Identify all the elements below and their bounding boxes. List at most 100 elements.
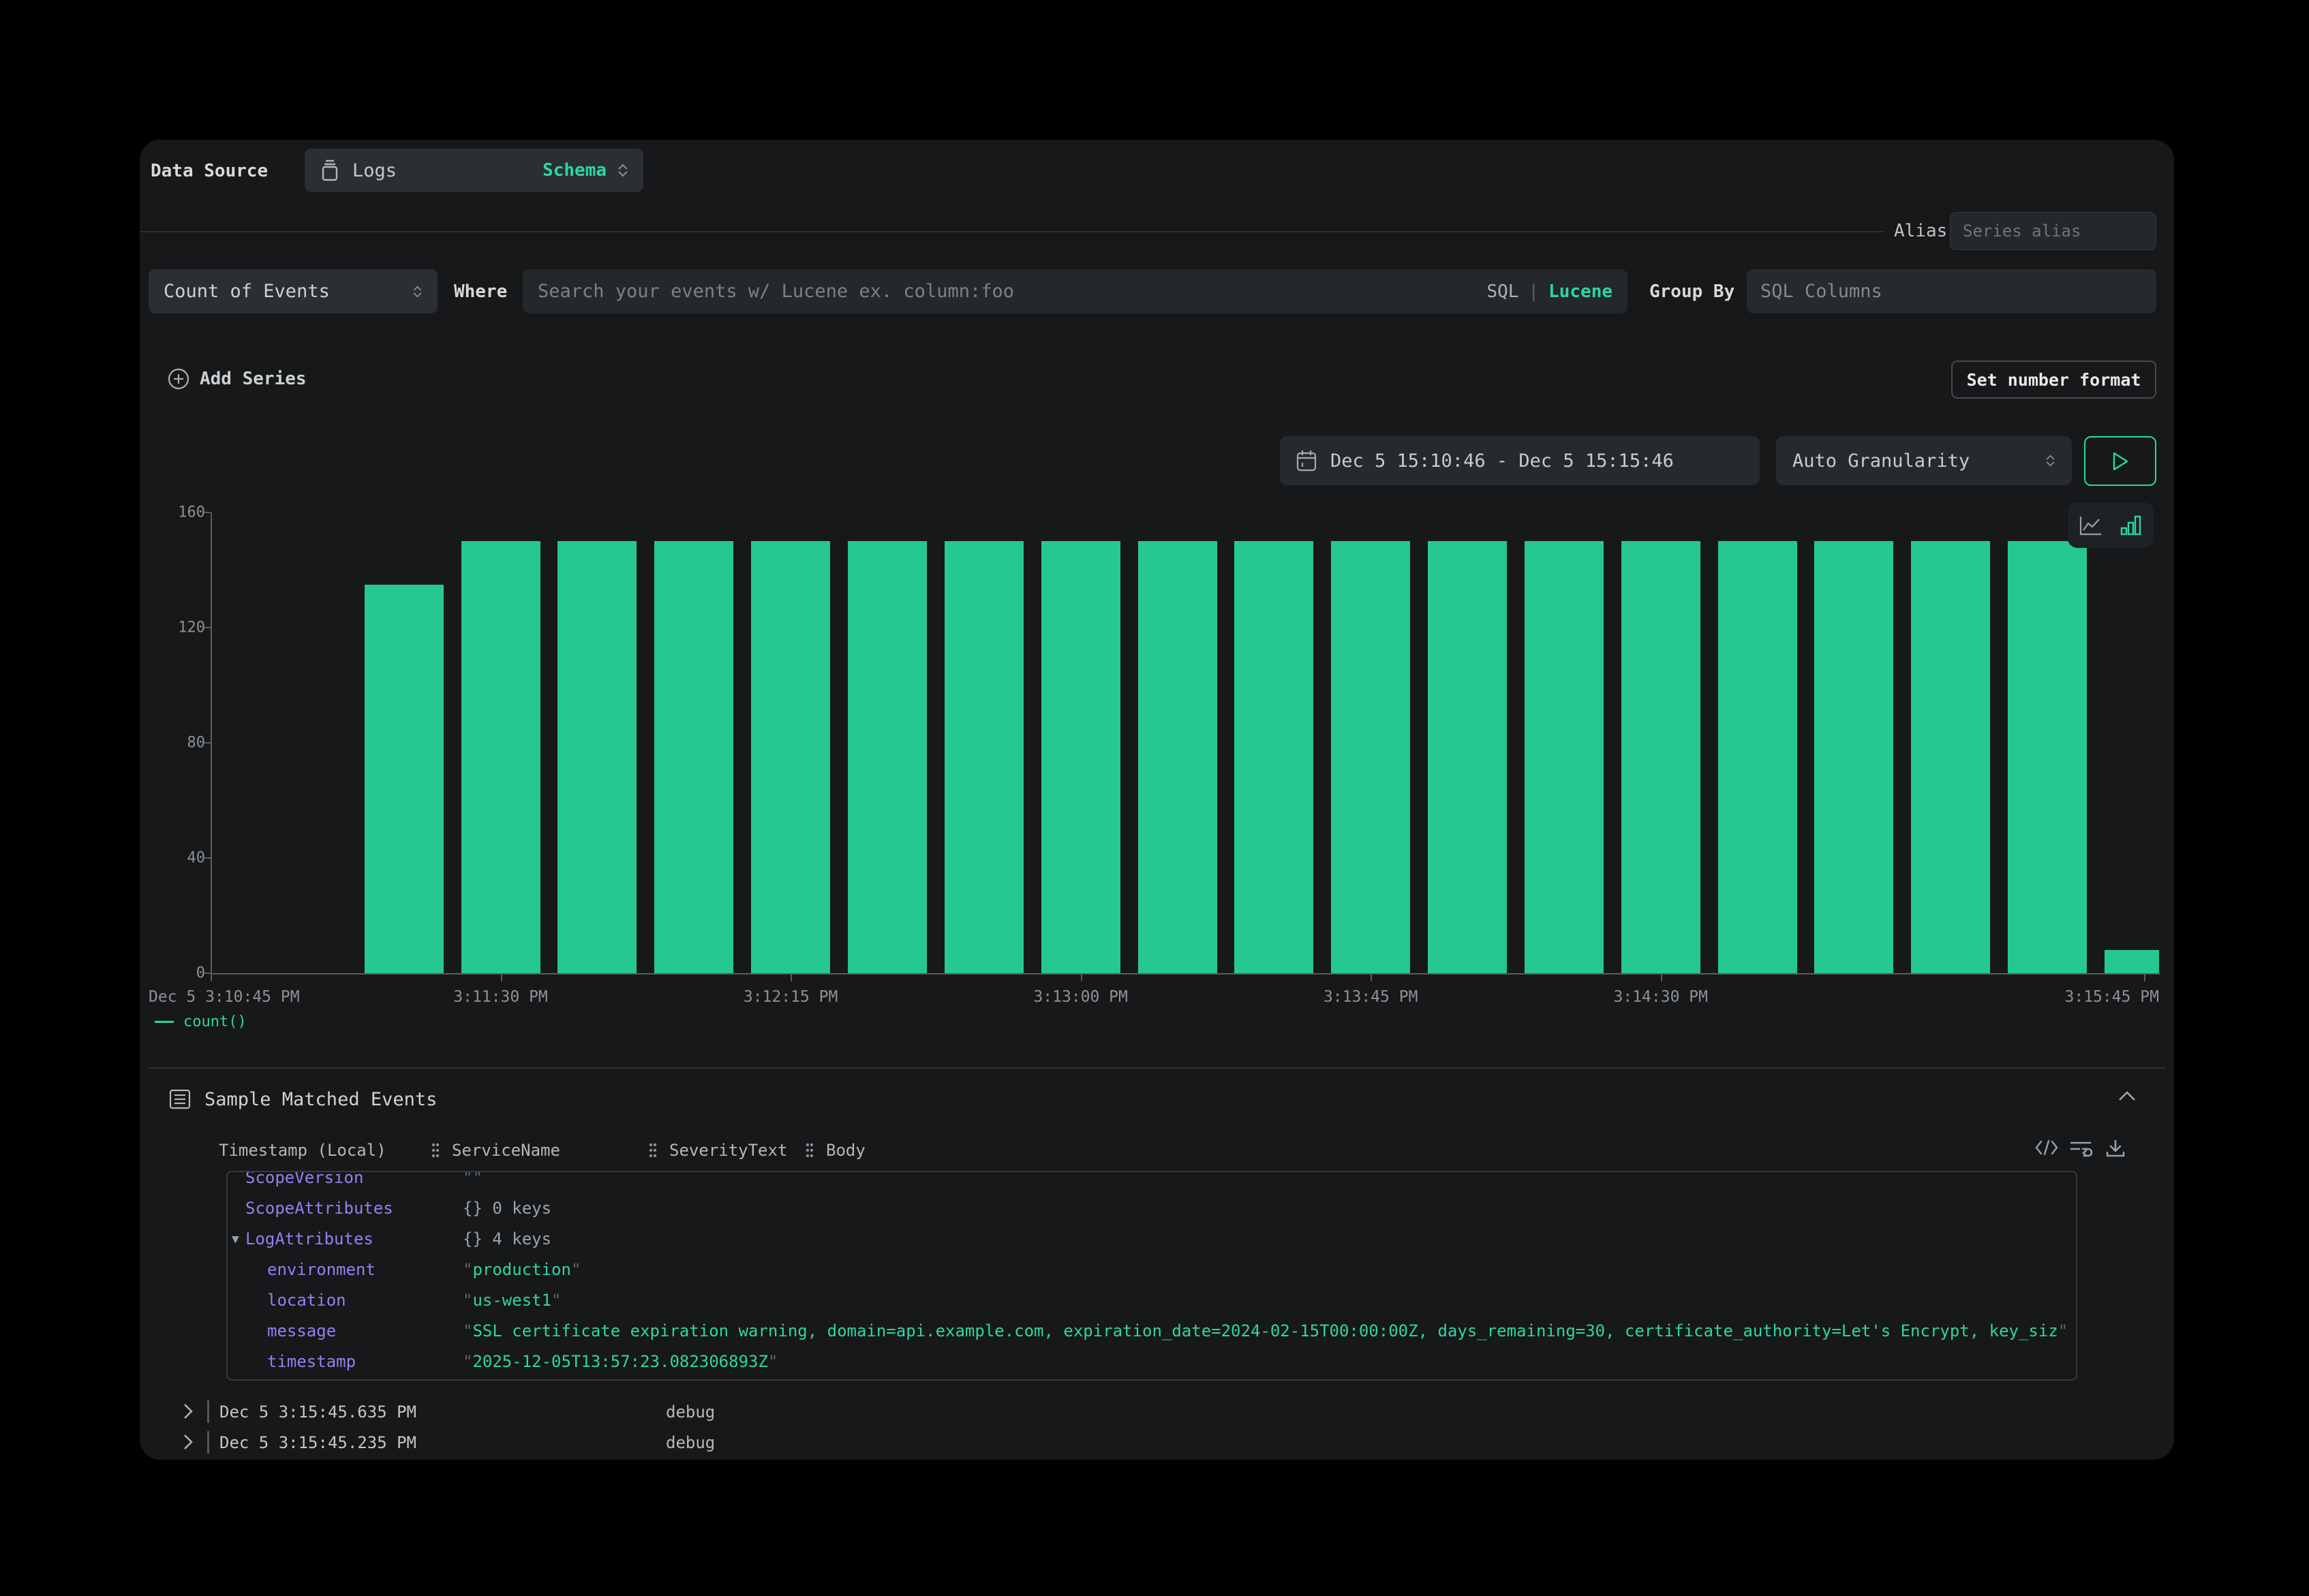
chevron-right-icon[interactable] bbox=[183, 1402, 194, 1420]
chart-bar bbox=[2105, 950, 2159, 973]
y-tick-label: 120 bbox=[157, 619, 205, 636]
attribute-value: {} 0 keys bbox=[463, 1193, 551, 1224]
bar-chart-icon[interactable] bbox=[2120, 515, 2142, 536]
event-severity: debug bbox=[666, 1433, 715, 1452]
x-tick-label: Dec 5 3:10:45 PM bbox=[149, 988, 300, 1006]
x-tick-label: 3:12:15 PM bbox=[744, 988, 838, 1006]
x-tick bbox=[1081, 975, 1082, 981]
y-tick-label: 0 bbox=[157, 965, 205, 982]
chart-bar bbox=[1525, 541, 1604, 973]
event-timestamp: Dec 5 3:15:45.235 PM bbox=[219, 1433, 416, 1452]
attribute-key[interactable]: message bbox=[267, 1316, 336, 1347]
events-section-title: Sample Matched Events bbox=[204, 1089, 437, 1110]
x-tick bbox=[2144, 975, 2145, 981]
x-tick-label: 3:14:30 PM bbox=[1614, 988, 1708, 1006]
column-header-timestamp[interactable]: Timestamp (Local) bbox=[219, 1141, 386, 1160]
severity-indicator bbox=[207, 1431, 209, 1454]
app-screen: Data Source Logs Schema Alias Series ali… bbox=[0, 0, 2309, 1596]
chart-bar bbox=[848, 541, 927, 973]
y-tick bbox=[204, 512, 211, 513]
event-severity: debug bbox=[666, 1402, 715, 1422]
event-timestamp: Dec 5 3:15:45.635 PM bbox=[219, 1402, 416, 1422]
column-header-body-wrap[interactable]: Body bbox=[806, 1141, 866, 1160]
x-tick bbox=[1371, 975, 1372, 981]
query-builder-panel: Data Source Logs Schema Alias Series ali… bbox=[140, 140, 2174, 1460]
x-tick-label: 3:13:45 PM bbox=[1324, 988, 1418, 1006]
chart-plot bbox=[140, 140, 2159, 975]
collapse-chevron-up-icon[interactable] bbox=[2118, 1091, 2136, 1101]
attribute-key[interactable]: LogAttributes bbox=[245, 1224, 373, 1255]
legend-swatch bbox=[155, 1021, 174, 1023]
download-icon[interactable] bbox=[2105, 1139, 2126, 1158]
attribute-row: ScopeVersion "" bbox=[228, 1171, 2076, 1193]
attribute-value: "2025-12-05T13:57:23.082306893Z" bbox=[463, 1347, 778, 1377]
y-tick-label: 160 bbox=[157, 504, 205, 521]
legend-series-label: count() bbox=[183, 1013, 247, 1030]
line-chart-icon[interactable] bbox=[2079, 515, 2102, 536]
column-header-servicename-wrap[interactable]: ServiceName bbox=[431, 1141, 560, 1160]
chart-bar bbox=[751, 541, 830, 973]
severity-indicator bbox=[207, 1400, 209, 1423]
chart-bar bbox=[1428, 541, 1507, 973]
attribute-row: message "SSL certificate expiration warn… bbox=[228, 1316, 2076, 1347]
attribute-value: {} 4 keys bbox=[463, 1224, 551, 1255]
divider bbox=[149, 1067, 2165, 1069]
chart-bar bbox=[1331, 541, 1410, 973]
attribute-value: "" bbox=[463, 1171, 483, 1193]
attribute-row: location "us-west1" bbox=[228, 1285, 2076, 1316]
bar-chart: 04080120160 Dec 5 3:10:45 PM3:11:30 PM3:… bbox=[140, 140, 2174, 1046]
attribute-key[interactable]: timestamp bbox=[267, 1347, 356, 1377]
chart-bar bbox=[365, 585, 444, 973]
attribute-key[interactable]: location bbox=[267, 1285, 346, 1316]
y-tick bbox=[204, 857, 211, 859]
y-tick bbox=[204, 972, 211, 974]
attribute-key[interactable]: ScopeVersion bbox=[245, 1171, 363, 1193]
drag-grip-icon[interactable] bbox=[431, 1143, 440, 1158]
attribute-rows: ScopeVersion "" ScopeAttributes {} 0 key… bbox=[228, 1171, 2076, 1377]
y-tick bbox=[204, 742, 211, 743]
attribute-value: "us-west1" bbox=[463, 1285, 562, 1316]
x-tick-label: 3:13:00 PM bbox=[1033, 988, 1127, 1006]
event-detail-panel: ScopeVersion "" ScopeAttributes {} 0 key… bbox=[226, 1171, 2077, 1381]
column-header-body[interactable]: Body bbox=[826, 1141, 866, 1160]
attribute-key[interactable]: environment bbox=[267, 1255, 376, 1285]
column-header-servicename[interactable]: ServiceName bbox=[452, 1141, 560, 1160]
chart-legend: count() bbox=[155, 1011, 247, 1032]
y-tick bbox=[204, 627, 211, 628]
chart-bar bbox=[1041, 541, 1120, 973]
chart-bar bbox=[654, 541, 733, 973]
chart-bar bbox=[2008, 541, 2087, 973]
attribute-row: timestamp "2025-12-05T13:57:23.082306893… bbox=[228, 1347, 2076, 1377]
events-table-header: Timestamp (Local) ServiceName SeverityTe… bbox=[140, 1137, 2174, 1164]
column-header-severitytext[interactable]: SeverityText bbox=[669, 1141, 787, 1160]
chart-bar bbox=[1911, 541, 1990, 973]
chart-bar bbox=[1621, 541, 1700, 973]
events-section-header[interactable]: Sample Matched Events bbox=[169, 1086, 437, 1113]
attribute-row: ▼ LogAttributes {} 4 keys bbox=[228, 1224, 2076, 1255]
chart-bar bbox=[1814, 541, 1893, 973]
column-header-severitytext-wrap[interactable]: SeverityText bbox=[649, 1141, 787, 1160]
list-icon bbox=[169, 1089, 191, 1109]
attribute-value: "production" bbox=[463, 1255, 581, 1285]
attribute-row: environment "production" bbox=[228, 1255, 2076, 1285]
wrap-text-icon[interactable] bbox=[2070, 1139, 2094, 1157]
attribute-key[interactable]: ScopeAttributes bbox=[245, 1193, 393, 1224]
triangle-down-icon[interactable]: ▼ bbox=[232, 1224, 239, 1255]
event-row[interactable]: Dec 5 3:15:45.635 PM debug bbox=[140, 1397, 2174, 1427]
chart-bar bbox=[461, 541, 540, 973]
chart-type-switcher bbox=[2068, 502, 2154, 548]
event-row[interactable]: Dec 5 3:15:45.235 PM debug bbox=[140, 1428, 2174, 1458]
x-tick-label: 3:15:45 PM bbox=[2065, 988, 2159, 1006]
x-tick bbox=[1661, 975, 1662, 981]
chart-bar bbox=[1234, 541, 1313, 973]
chart-bar bbox=[1138, 541, 1217, 973]
x-tick bbox=[501, 975, 502, 981]
chart-bar bbox=[945, 541, 1024, 973]
drag-grip-icon[interactable] bbox=[806, 1143, 814, 1158]
attribute-value: "SSL certificate expiration warning, dom… bbox=[463, 1316, 2068, 1347]
chevron-right-icon[interactable] bbox=[183, 1433, 194, 1451]
drag-grip-icon[interactable] bbox=[649, 1143, 657, 1158]
code-icon[interactable] bbox=[2034, 1138, 2059, 1157]
x-tick-label: 3:11:30 PM bbox=[453, 988, 547, 1006]
chart-bar bbox=[557, 541, 637, 973]
